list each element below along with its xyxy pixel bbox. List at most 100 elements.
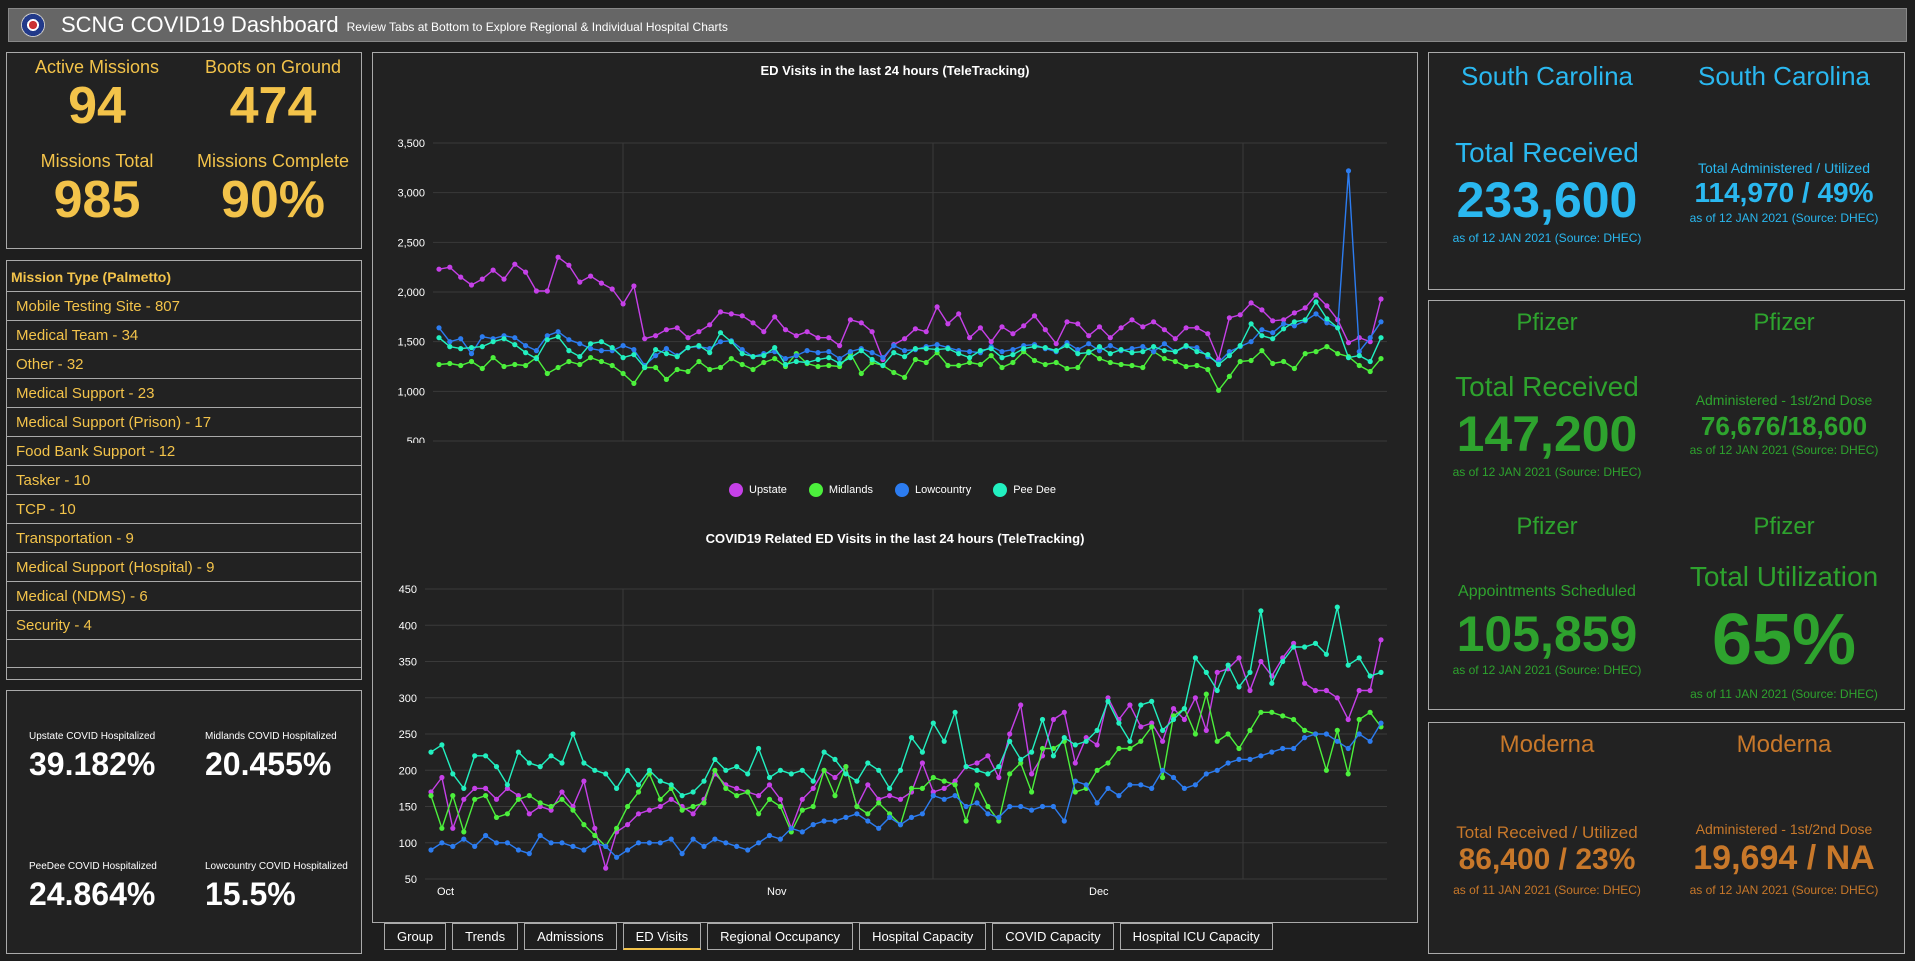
data-point <box>1291 319 1297 325</box>
data-point <box>912 356 919 363</box>
data-point <box>1259 333 1265 339</box>
list-item[interactable]: Security - 4 <box>7 610 361 639</box>
tab-ed-visits[interactable]: ED Visits <box>622 923 702 950</box>
midlands-hospitalized-label: Midlands COVID Hospitalized <box>205 731 337 742</box>
data-point <box>772 356 778 362</box>
data-point <box>1258 658 1264 665</box>
data-point <box>1116 745 1122 752</box>
tab-trends[interactable]: Trends <box>452 923 519 950</box>
list-item[interactable]: TCP - 10 <box>7 494 361 523</box>
data-point <box>902 348 908 354</box>
hospitalized-panel: Upstate COVID Hospitalized 39.182% Midla… <box>6 690 362 954</box>
data-point <box>1367 335 1373 341</box>
data-point <box>1323 651 1329 657</box>
y-tick-label: 500 <box>407 436 425 443</box>
missions-complete-stat: Missions Complete 90% <box>193 151 353 226</box>
chart-panel: ED Visits in the last 24 hours (TeleTrac… <box>372 52 1418 923</box>
data-point <box>977 361 984 368</box>
data-point <box>439 774 445 781</box>
data-point <box>663 346 669 352</box>
series-line-lowcountry <box>438 170 1382 367</box>
data-point <box>782 327 789 333</box>
list-item[interactable]: Other - 32 <box>7 349 361 378</box>
tab-hospital-capacity[interactable]: Hospital Capacity <box>859 923 987 950</box>
data-point <box>1161 348 1167 354</box>
data-point <box>592 825 598 831</box>
list-item[interactable]: Transportation - 9 <box>7 523 361 552</box>
data-point <box>1203 727 1209 733</box>
data-point <box>468 282 475 288</box>
tab-regional-occupancy[interactable]: Regional Occupancy <box>707 923 854 950</box>
list-item[interactable]: Tasker - 10 <box>7 465 361 494</box>
data-point <box>479 276 485 282</box>
data-point <box>548 803 554 810</box>
data-point <box>1269 749 1275 755</box>
data-point <box>1160 774 1166 781</box>
legend-item-peedee[interactable]: Pee Dee <box>993 483 1056 497</box>
data-point <box>512 335 518 341</box>
data-point <box>1007 731 1013 737</box>
data-point <box>1302 317 1308 323</box>
data-point <box>1324 303 1330 309</box>
data-point <box>439 840 445 846</box>
list-item[interactable]: Medical Support (Prison) - 17 <box>7 407 361 436</box>
tab-group[interactable]: Group <box>384 923 447 950</box>
data-point <box>523 269 529 275</box>
data-point <box>483 832 489 839</box>
data-point <box>577 279 583 285</box>
legend-label: Pee Dee <box>1013 484 1057 496</box>
data-point <box>646 840 652 846</box>
data-point <box>461 836 467 842</box>
data-point <box>523 343 529 349</box>
data-point <box>1203 771 1209 777</box>
list-item[interactable]: Medical (NDMS) - 6 <box>7 581 361 610</box>
data-point <box>717 364 724 371</box>
data-point <box>1083 782 1089 788</box>
data-point <box>1334 695 1340 701</box>
data-point <box>436 325 442 331</box>
tab-hospital-icu-capacity[interactable]: Hospital ICU Capacity <box>1119 923 1273 950</box>
moderna-admin-note: as of 12 JAN 2021 (Source: DHEC) <box>1689 883 1879 897</box>
legend-item-lowcountry[interactable]: Lowcountry <box>894 483 971 497</box>
data-point <box>1269 680 1275 686</box>
data-point <box>1247 727 1253 733</box>
moderna-head-1: Moderna <box>1499 731 1595 758</box>
boots-value: 474 <box>229 77 317 135</box>
legend-item-upstate[interactable]: Upstate <box>729 483 787 497</box>
list-item[interactable]: Medical Support - 23 <box>7 378 361 407</box>
pfizer-util-value: 65% <box>1711 600 1857 680</box>
list-item[interactable]: Mobile Testing Site - 807 <box>7 291 361 320</box>
data-point <box>854 778 860 784</box>
data-point <box>1127 782 1133 788</box>
data-point <box>745 771 751 777</box>
data-point <box>1072 778 1078 784</box>
list-item[interactable]: Medical Support (Hospital) - 9 <box>7 552 361 581</box>
covid-ed-visits-chart-title: COVID19 Related ED Visits in the last 24… <box>705 531 1085 546</box>
data-point <box>1140 364 1146 371</box>
data-point <box>756 793 762 799</box>
data-point <box>712 836 718 842</box>
legend-item-midlands[interactable]: Midlands <box>808 483 873 497</box>
data-point <box>723 767 729 773</box>
data-point <box>674 366 680 373</box>
data-point <box>479 365 485 372</box>
data-point <box>1280 658 1286 665</box>
data-point <box>548 753 554 759</box>
data-point <box>1378 335 1384 341</box>
tab-covid-capacity[interactable]: COVID Capacity <box>992 923 1114 950</box>
data-point <box>963 803 969 810</box>
data-point <box>739 351 745 357</box>
data-point <box>1183 325 1189 331</box>
tab-admissions[interactable]: Admissions <box>524 923 617 950</box>
data-point <box>1203 669 1209 675</box>
data-point <box>1192 782 1198 788</box>
data-point <box>533 356 539 362</box>
pfizer-head-3: Pfizer <box>1516 513 1578 540</box>
data-point <box>468 358 475 365</box>
data-point <box>493 840 500 846</box>
list-item[interactable]: Medical Team - 34 <box>7 320 361 349</box>
list-item[interactable]: Food Bank Support - 12 <box>7 436 361 465</box>
data-point <box>799 796 805 802</box>
y-tick-label: 250 <box>399 729 417 741</box>
moderna-admin-value: 19,694 / NA <box>1693 839 1875 877</box>
